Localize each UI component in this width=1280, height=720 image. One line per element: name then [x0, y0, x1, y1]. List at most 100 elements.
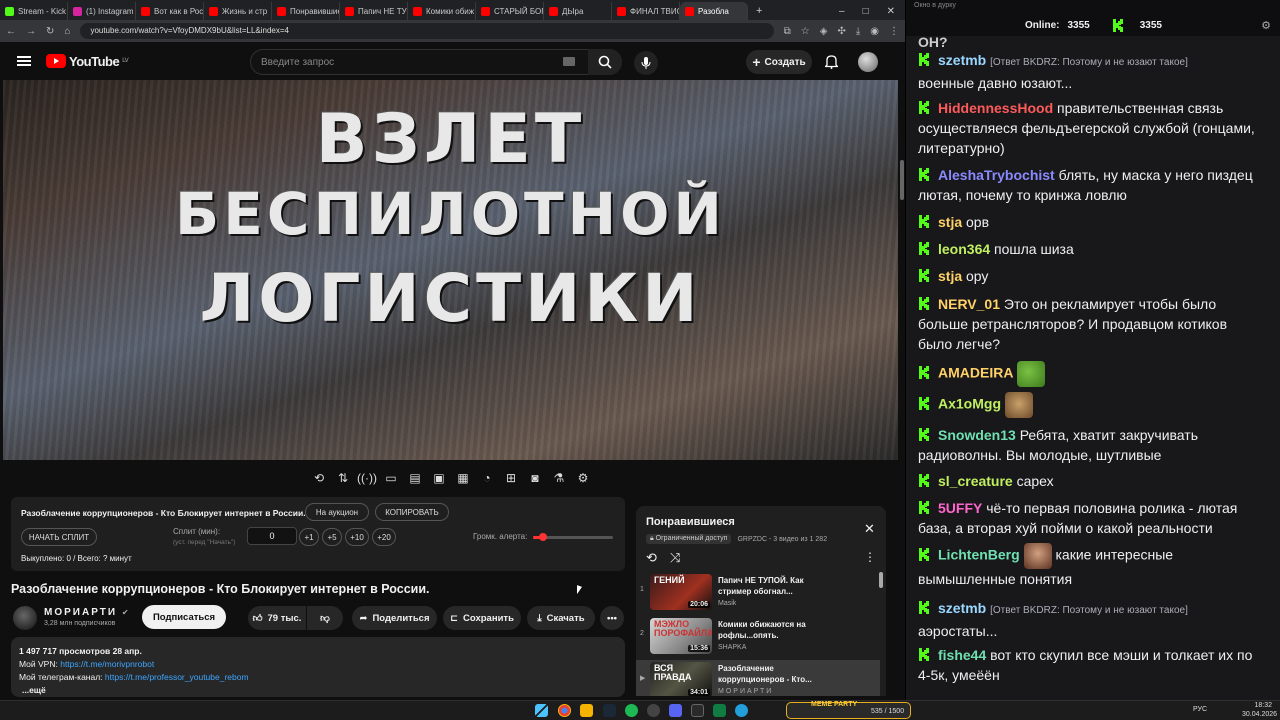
- cast-icon[interactable]: ⧉: [784, 26, 791, 37]
- file-explorer-icon[interactable]: [580, 704, 593, 717]
- browser-tab[interactable]: (1) Instagram: [68, 2, 136, 20]
- download-button[interactable]: ⤓ Скачать: [527, 606, 595, 630]
- video-player[interactable]: ВЗЛЕТ БЕСПИЛОТНОЙ ЛОГИСТИКИ: [3, 80, 898, 460]
- menu-dots-icon[interactable]: ⋮: [889, 26, 899, 37]
- browser-tab[interactable]: ДЫра: [544, 2, 612, 20]
- alert-volume-slider[interactable]: [533, 533, 613, 541]
- like-button[interactable]: 👍︎ 79 тыс.: [248, 606, 306, 630]
- browser-tab[interactable]: Понравившиеся: [272, 2, 340, 20]
- maximize-button[interactable]: □: [863, 6, 869, 17]
- crop-icon[interactable]: ⊞: [502, 469, 520, 487]
- browser-tab[interactable]: Разобла: [680, 2, 748, 20]
- dislike-button[interactable]: 👎︎: [307, 606, 343, 630]
- show-more-button[interactable]: ...ещё: [19, 684, 617, 697]
- add-10-button[interactable]: +10: [345, 528, 369, 546]
- subscribe-button[interactable]: Подписаться: [142, 605, 226, 629]
- chat-username[interactable]: stja: [938, 214, 962, 230]
- chat-username[interactable]: stja: [938, 268, 962, 284]
- input-language[interactable]: РУС: [1193, 706, 1207, 713]
- chat-username[interactable]: Ax1oMgg: [938, 396, 1001, 412]
- taskbar-clock[interactable]: 18:32 30.04.2026: [1242, 701, 1277, 719]
- voice-search-button[interactable]: [634, 51, 658, 75]
- sort-icon[interactable]: ⇅: [334, 469, 352, 487]
- start-split-button[interactable]: НАЧАТЬ СПЛИТ: [21, 528, 97, 546]
- playlist-item[interactable]: 1 ГЕНИЙ 20:06 Папич НЕ ТУПОЙ. Как стример о…: [636, 572, 880, 614]
- obs-icon[interactable]: [647, 704, 660, 717]
- chat-username[interactable]: leon364: [938, 241, 990, 257]
- chat-username[interactable]: LichtenBerg: [938, 547, 1020, 563]
- channel-name-row[interactable]: МОРИАРТИ ✔: [44, 607, 129, 618]
- playlist-scrollbar[interactable]: [879, 572, 883, 588]
- chat-username[interactable]: 5UFFY: [938, 500, 982, 516]
- minimize-button[interactable]: –: [839, 6, 845, 17]
- channel-avatar[interactable]: [13, 606, 37, 630]
- playlist-thumbnail[interactable]: ВСЯ ПРАВДА 34:01: [650, 662, 712, 696]
- chat-username[interactable]: szetmb: [938, 52, 986, 68]
- speed-icon[interactable]: ◔: [478, 469, 496, 487]
- spotify-icon[interactable]: [625, 704, 638, 717]
- app-icon[interactable]: [691, 704, 704, 717]
- forward-icon[interactable]: →: [26, 26, 36, 37]
- flask-icon[interactable]: ⚗: [550, 469, 568, 487]
- reload-icon[interactable]: ↻: [46, 26, 54, 37]
- subtitles-icon[interactable]: ▭: [382, 469, 400, 487]
- search-input[interactable]: Введите запрос: [250, 49, 622, 75]
- audio-icon[interactable]: ((·)): [357, 469, 377, 487]
- auction-button[interactable]: На аукцион: [305, 503, 369, 521]
- playlist-thumbnail[interactable]: ГЕНИЙ 20:06: [650, 574, 712, 610]
- save-button[interactable]: ⊏ Сохранить: [443, 606, 521, 630]
- playlist-item[interactable]: 2 МЭЖЛО ПОРОФАЙЛА 15:36 Комики обижаются на…: [636, 616, 880, 658]
- screenshot-icon[interactable]: ◙: [526, 469, 544, 487]
- menu-icon[interactable]: [17, 56, 31, 66]
- steam-icon[interactable]: [603, 704, 616, 717]
- browser-tab[interactable]: Папич НЕ ТУП: [340, 2, 408, 20]
- shuffle-icon[interactable]: ⤨: [670, 550, 680, 566]
- vpn-link[interactable]: https://t.me/morivpnrobot: [60, 659, 154, 669]
- split-minutes-input[interactable]: 0: [247, 527, 297, 545]
- browser-tab[interactable]: СТАРЫЙ БОГ: [476, 2, 544, 20]
- chrome-icon[interactable]: [558, 704, 571, 717]
- discord-icon[interactable]: [669, 704, 682, 717]
- chat-username[interactable]: AleshaTrybochist: [938, 167, 1055, 183]
- add-5-button[interactable]: +5: [322, 528, 342, 546]
- settings-icon[interactable]: ⚙: [574, 469, 592, 487]
- avatar[interactable]: [858, 52, 878, 72]
- profile-icon[interactable]: ◉: [870, 26, 879, 37]
- excel-icon[interactable]: [713, 704, 726, 717]
- film-icon[interactable]: ▤: [406, 469, 424, 487]
- browser-tab[interactable]: Вот как в Росс: [136, 2, 204, 20]
- playlist-thumbnail[interactable]: МЭЖЛО ПОРОФАЙЛА 15:36: [650, 618, 712, 654]
- new-tab-icon[interactable]: +: [748, 5, 770, 17]
- browser-tab[interactable]: ФИНАЛ ТВИС: [612, 2, 680, 20]
- chat-username[interactable]: Snowden13: [938, 427, 1016, 443]
- meme-party-widget[interactable]: MEME PARTY 535 / 1500: [786, 701, 911, 719]
- address-bar[interactable]: youtube.com/watch?v=VfoyDMDX9bU&list=LL&…: [80, 23, 774, 39]
- close-playlist-icon[interactable]: ✕: [864, 521, 875, 537]
- search-button[interactable]: [588, 49, 622, 75]
- picture-icon[interactable]: ▣: [430, 469, 448, 487]
- download-icon[interactable]: ⤓: [856, 26, 860, 37]
- share-button[interactable]: ➦ Поделиться: [352, 606, 437, 630]
- youtube-logo[interactable]: YouTube LV: [46, 54, 129, 69]
- extension-icon[interactable]: ◈: [820, 26, 828, 37]
- layout-icon[interactable]: ▦: [454, 469, 472, 487]
- browser-tab[interactable]: Stream - Kick: [0, 2, 68, 20]
- description-box[interactable]: 1 497 717 просмотров 28 апр. Мой VPN: ht…: [11, 637, 625, 697]
- volume-knob[interactable]: [538, 533, 547, 541]
- create-button[interactable]: + Создать: [746, 50, 812, 74]
- chat-scrollbar[interactable]: [900, 160, 904, 200]
- home-icon[interactable]: ⌂: [64, 26, 70, 37]
- more-actions-button[interactable]: •••: [600, 606, 624, 630]
- add-1-button[interactable]: +1: [299, 528, 319, 546]
- add-20-button[interactable]: +20: [372, 528, 396, 546]
- chat-settings-icon[interactable]: ⚙: [1261, 19, 1271, 32]
- chat-username[interactable]: sl_creature: [938, 473, 1013, 489]
- chat-username[interactable]: fishe44: [938, 647, 986, 663]
- playlist-menu-icon[interactable]: ⋮: [864, 550, 876, 564]
- repeat-icon[interactable]: ⟲: [310, 469, 328, 487]
- windows-start-icon[interactable]: [535, 704, 548, 717]
- extensions-puzzle-icon[interactable]: ✣: [837, 26, 845, 37]
- back-icon[interactable]: ←: [6, 26, 16, 37]
- chat-username[interactable]: HiddennessHood: [938, 100, 1053, 116]
- loop-icon[interactable]: ⟲: [646, 550, 657, 566]
